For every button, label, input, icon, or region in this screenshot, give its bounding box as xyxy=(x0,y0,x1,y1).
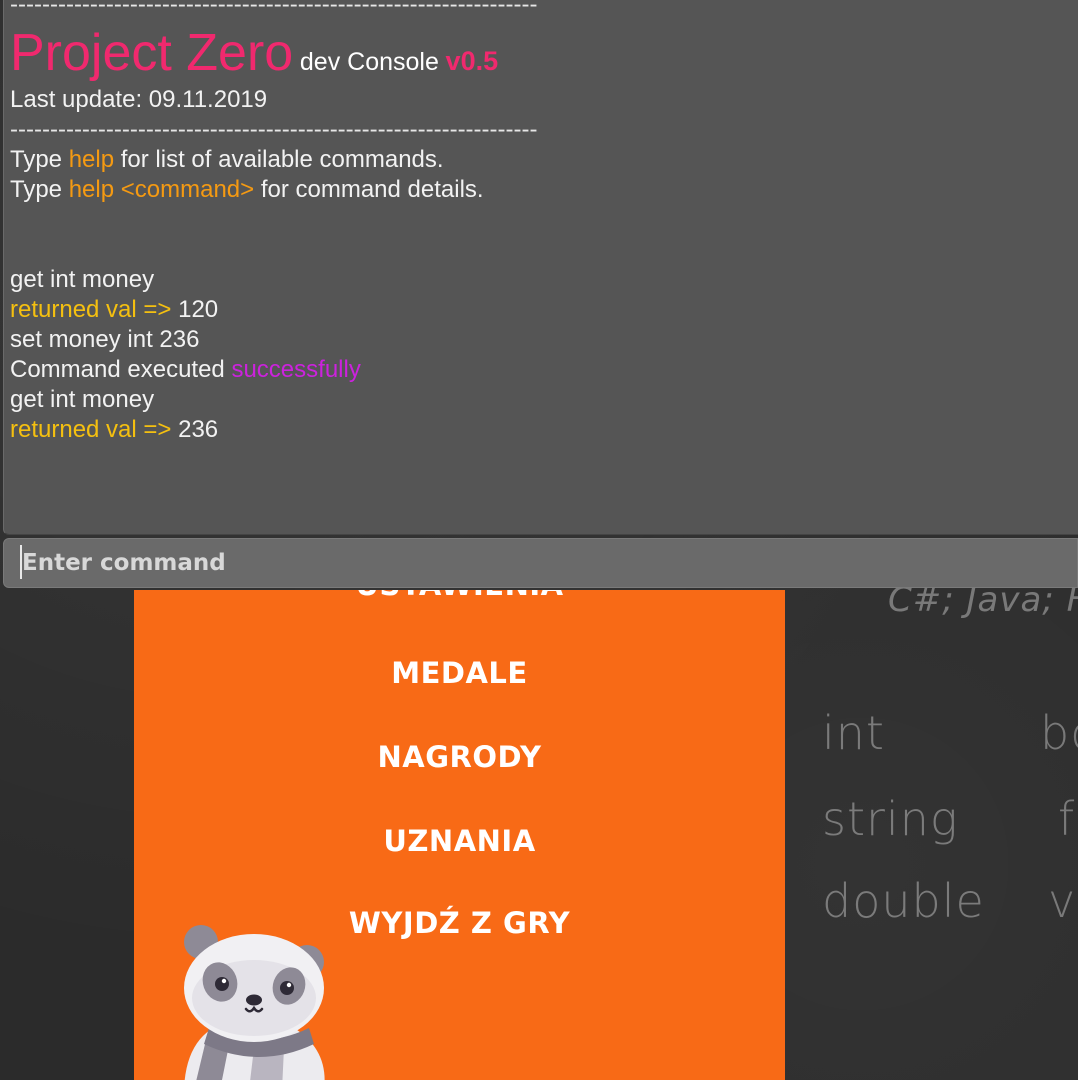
console-log-status: Command executed successfully xyxy=(10,355,361,385)
chalk-text-v: v xyxy=(1048,874,1077,928)
console-log-return: returned val => 120 xyxy=(10,295,218,325)
panda-mascot-icon xyxy=(184,925,325,1080)
command-bar xyxy=(3,538,1078,588)
help-line-prefix: Type xyxy=(10,146,69,173)
chalk-text-f: f xyxy=(1058,792,1076,846)
help-line-suffix: for command details. xyxy=(254,176,484,203)
returned-val-label: returned val => xyxy=(10,416,179,443)
help-line-prefix: Type xyxy=(10,176,69,203)
console-log-line: set money int 236 xyxy=(10,326,200,353)
returned-val-label: returned val => xyxy=(10,296,179,323)
menu-item-rewards[interactable]: NAGRODY xyxy=(134,740,785,774)
chalk-text-int: int xyxy=(822,706,885,760)
dev-console-panel: ----------------------------------------… xyxy=(3,0,1078,535)
console-title-line: Project Zero dev Console v0.5 xyxy=(10,22,498,94)
console-version: v0.5 xyxy=(445,46,499,76)
command-input[interactable] xyxy=(18,545,1062,581)
text-caret xyxy=(20,545,22,579)
console-help-line-1: Type help for list of available commands… xyxy=(10,145,444,175)
console-subtitle: dev Console xyxy=(299,48,439,76)
console-title: Project Zero xyxy=(10,24,294,82)
chalk-text-string: string xyxy=(822,792,959,846)
menu-item-medals[interactable]: MEDALE xyxy=(134,656,785,690)
status-success: successfully xyxy=(231,356,361,383)
chalk-text-bo: bo xyxy=(1040,706,1078,760)
status-prefix: Command executed xyxy=(10,356,232,383)
console-separator: ----------------------------------------… xyxy=(10,116,538,143)
menu-item-acknowledgements[interactable]: UZNANIA xyxy=(134,824,785,858)
help-command-keyword: help <command> xyxy=(68,176,255,203)
console-log-return: returned val => 236 xyxy=(10,415,218,445)
console-log-line: get int money xyxy=(10,266,155,293)
menu-item-settings[interactable]: USTAWIENIA xyxy=(134,590,785,602)
chalk-text-double: double xyxy=(822,874,985,928)
help-line-suffix: for list of available commands. xyxy=(114,146,444,173)
console-separator-top: ----------------------------------------… xyxy=(10,0,538,18)
game-menu-panel: USTAWIENIA MEDALE NAGRODY UZNANIA WYJDŹ … xyxy=(134,590,785,1080)
console-last-update: Last update: 09.11.2019 xyxy=(10,86,268,113)
console-log-line: get int money xyxy=(10,386,155,413)
console-help-line-2: Type help <command> for command details. xyxy=(10,175,484,205)
help-keyword: help xyxy=(68,146,115,173)
returned-value: 120 xyxy=(178,296,219,323)
returned-value: 236 xyxy=(178,416,219,443)
